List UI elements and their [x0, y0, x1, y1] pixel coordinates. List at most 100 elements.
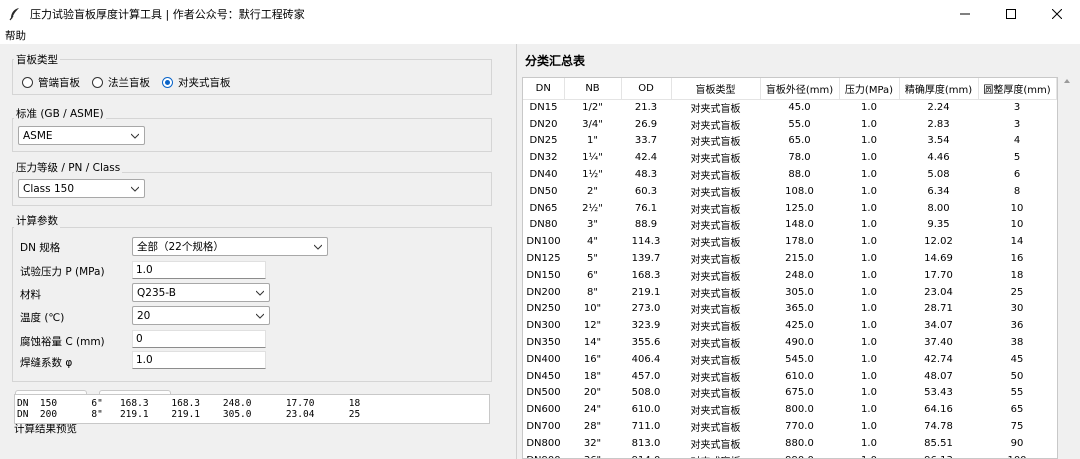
table-cell: 1/2" [582, 102, 603, 114]
table-row[interactable]: DN300 12" 323.9 对夹式盲板 425.0 1.0 34.07 36 [523, 317, 1056, 334]
table-cell: 30 [1010, 303, 1024, 315]
table-row[interactable]: DN250 10" 273.0 对夹式盲板 365.0 1.0 28.71 30 [523, 301, 1056, 318]
table-cell: DN500 [526, 387, 561, 399]
table-cell: 21.3 [634, 102, 658, 114]
close-icon [1052, 8, 1062, 19]
table-cell: 1.0 [861, 404, 877, 416]
table-cell: 1.0 [839, 452, 899, 458]
column-header[interactable]: OD [621, 78, 672, 100]
table-cell: 2.83 [927, 118, 950, 130]
table-cell: DN15 [529, 102, 558, 114]
table-row[interactable]: DN200 8" 219.1 对夹式盲板 305.0 1.0 23.04 25 [523, 284, 1056, 301]
table-row[interactable]: DN450 18" 457.0 对夹式盲板 610.0 1.0 48.07 50 [523, 368, 1056, 385]
material-label: 材料 [20, 289, 41, 301]
table-cell: 1.0 [861, 269, 877, 281]
radio-wafer-blind[interactable]: 对夹式盲板 [162, 75, 231, 90]
table-cell: 18 [1010, 269, 1024, 281]
table-cell: 125.0 [785, 202, 814, 214]
table-row[interactable]: DN500 20" 508.0 对夹式盲板 675.0 1.0 53.43 55 [523, 385, 1056, 402]
table-row[interactable]: DN400 16" 406.4 对夹式盲板 545.0 1.0 42.74 45 [523, 351, 1056, 368]
table-cell: 1.0 [861, 421, 877, 433]
table-cell: 25 [1010, 286, 1024, 298]
table-row[interactable]: DN600 24" 610.0 对夹式盲板 800.0 1.0 64.16 65 [523, 401, 1056, 418]
table-cell: 48.3 [634, 169, 658, 181]
table-row[interactable]: DN150 6" 168.3 对夹式盲板 248.0 1.0 17.70 18 [523, 267, 1056, 284]
table-cell: 1.0 [861, 219, 877, 231]
table-cell: 813.0 [631, 437, 661, 449]
table-cell: 对夹式盲板 [690, 372, 741, 384]
table-cell: 10 [1010, 219, 1024, 231]
table-row[interactable]: DN350 14" 355.6 对夹式盲板 490.0 1.0 37.40 38 [523, 334, 1056, 351]
table-row[interactable]: DN20 3/4" 26.9 对夹式盲板 55.0 1.0 2.83 3 [523, 116, 1056, 133]
table-cell: 对夹式盲板 [690, 204, 741, 216]
table-cell: 14 [1010, 236, 1024, 248]
table-cell: 42.74 [924, 353, 953, 365]
table-cell: 219.1 [631, 286, 661, 298]
table-cell: 4.46 [927, 152, 950, 164]
standard-select[interactable]: ASME [18, 126, 145, 145]
radio-label: 对夹式盲板 [178, 77, 231, 89]
table-cell: 对夹式盲板 [690, 255, 741, 267]
table-cell: 对夹式盲板 [690, 288, 741, 300]
table-cell: 对夹式盲板 [690, 339, 741, 351]
radio-indicator [162, 77, 173, 88]
table-cell: 76.1 [634, 202, 658, 214]
table-cell: 对夹式盲板 [690, 305, 741, 317]
menu-help[interactable]: 帮助 [5, 28, 26, 43]
temperature-select[interactable]: 20 [132, 306, 270, 325]
minimize-button[interactable] [942, 0, 988, 27]
blind-type-group [12, 59, 492, 95]
column-header[interactable]: 圆整厚度(mm) [978, 78, 1057, 100]
corrosion-input[interactable]: 0 [132, 330, 266, 348]
column-header[interactable]: 压力(MPa) [839, 78, 900, 100]
column-header[interactable]: 精确厚度(mm) [899, 78, 979, 100]
table-cell: 3.54 [927, 135, 950, 147]
table-cell: DN32 [529, 152, 558, 164]
table-row[interactable]: DN100 4" 114.3 对夹式盲板 178.0 1.0 12.02 14 [523, 233, 1056, 250]
table-cell: 对夹式盲板 [690, 423, 741, 435]
pressure-label: 试验压力 P (MPa) [20, 266, 105, 278]
close-button[interactable] [1034, 0, 1080, 27]
table-cell: 对夹式盲板 [690, 406, 741, 418]
table-row[interactable]: DN25 1" 33.7 对夹式盲板 65.0 1.0 3.54 4 [523, 133, 1056, 150]
table-cell: DN150 [526, 269, 561, 281]
table-row[interactable]: DN15 1/2" 21.3 对夹式盲板 45.0 1.0 2.24 3 [523, 99, 1056, 116]
panel-divider[interactable] [516, 44, 517, 459]
dn-select[interactable]: 全部（22个规格） [132, 237, 328, 256]
pressure-class-select[interactable]: Class 150 [18, 179, 145, 198]
table-row[interactable]: DN800 32" 813.0 对夹式盲板 880.0 1.0 85.51 90 [523, 435, 1056, 452]
table-cell: 64.16 [924, 404, 953, 416]
pressure-input[interactable]: 1.0 [132, 261, 266, 279]
table-cell: 36 [1010, 320, 1024, 332]
table-cell: 8.00 [927, 202, 950, 214]
table-row[interactable]: DN50 2" 60.3 对夹式盲板 108.0 1.0 6.34 8 [523, 183, 1056, 200]
dn-value: 全部（22个规格） [137, 241, 224, 253]
table-cell: 5" [587, 253, 598, 265]
column-header[interactable]: 盲板类型 [671, 78, 761, 100]
table-row[interactable]: DN40 1½" 48.3 对夹式盲板 88.0 1.0 5.08 6 [523, 166, 1056, 183]
table-row[interactable]: DN90036"914.0对夹式盲板990.01.096.13100 [523, 452, 1056, 458]
table-row[interactable]: DN125 5" 139.7 对夹式盲板 215.0 1.0 14.69 16 [523, 250, 1056, 267]
table-scrollbar[interactable] [1062, 77, 1072, 459]
radio-flange-blind[interactable]: 法兰盲板 [92, 75, 150, 90]
table-row[interactable]: DN32 1¼" 42.4 对夹式盲板 78.0 1.0 4.46 5 [523, 149, 1056, 166]
table-cell: DN300 [526, 320, 561, 332]
table-row[interactable]: DN65 2½" 76.1 对夹式盲板 125.0 1.0 8.00 10 [523, 200, 1056, 217]
column-header[interactable]: NB [564, 78, 622, 100]
weld-input[interactable]: 1.0 [132, 351, 266, 369]
table-cell: 305.0 [785, 286, 814, 298]
table-cell: 139.7 [631, 253, 661, 265]
material-select[interactable]: Q235-B [132, 283, 270, 302]
table-row[interactable]: DN80 3" 88.9 对夹式盲板 148.0 1.0 9.35 10 [523, 217, 1056, 234]
pressure-class-value: Class 150 [23, 182, 75, 195]
column-header[interactable]: 盲板外径(mm) [760, 78, 840, 100]
table-cell: 对夹式盲板 [690, 221, 741, 233]
table-cell: 545.0 [785, 353, 814, 365]
scroll-up-icon[interactable] [1063, 77, 1071, 85]
maximize-button[interactable] [988, 0, 1034, 27]
table-cell: 48.07 [924, 370, 953, 382]
radio-pipe-end-blind[interactable]: 管端盲板 [22, 75, 80, 90]
table-row[interactable]: DN700 28" 711.0 对夹式盲板 770.0 1.0 74.78 75 [523, 418, 1056, 435]
table-cell: 248.0 [785, 269, 814, 281]
column-header[interactable]: DN [523, 78, 565, 100]
